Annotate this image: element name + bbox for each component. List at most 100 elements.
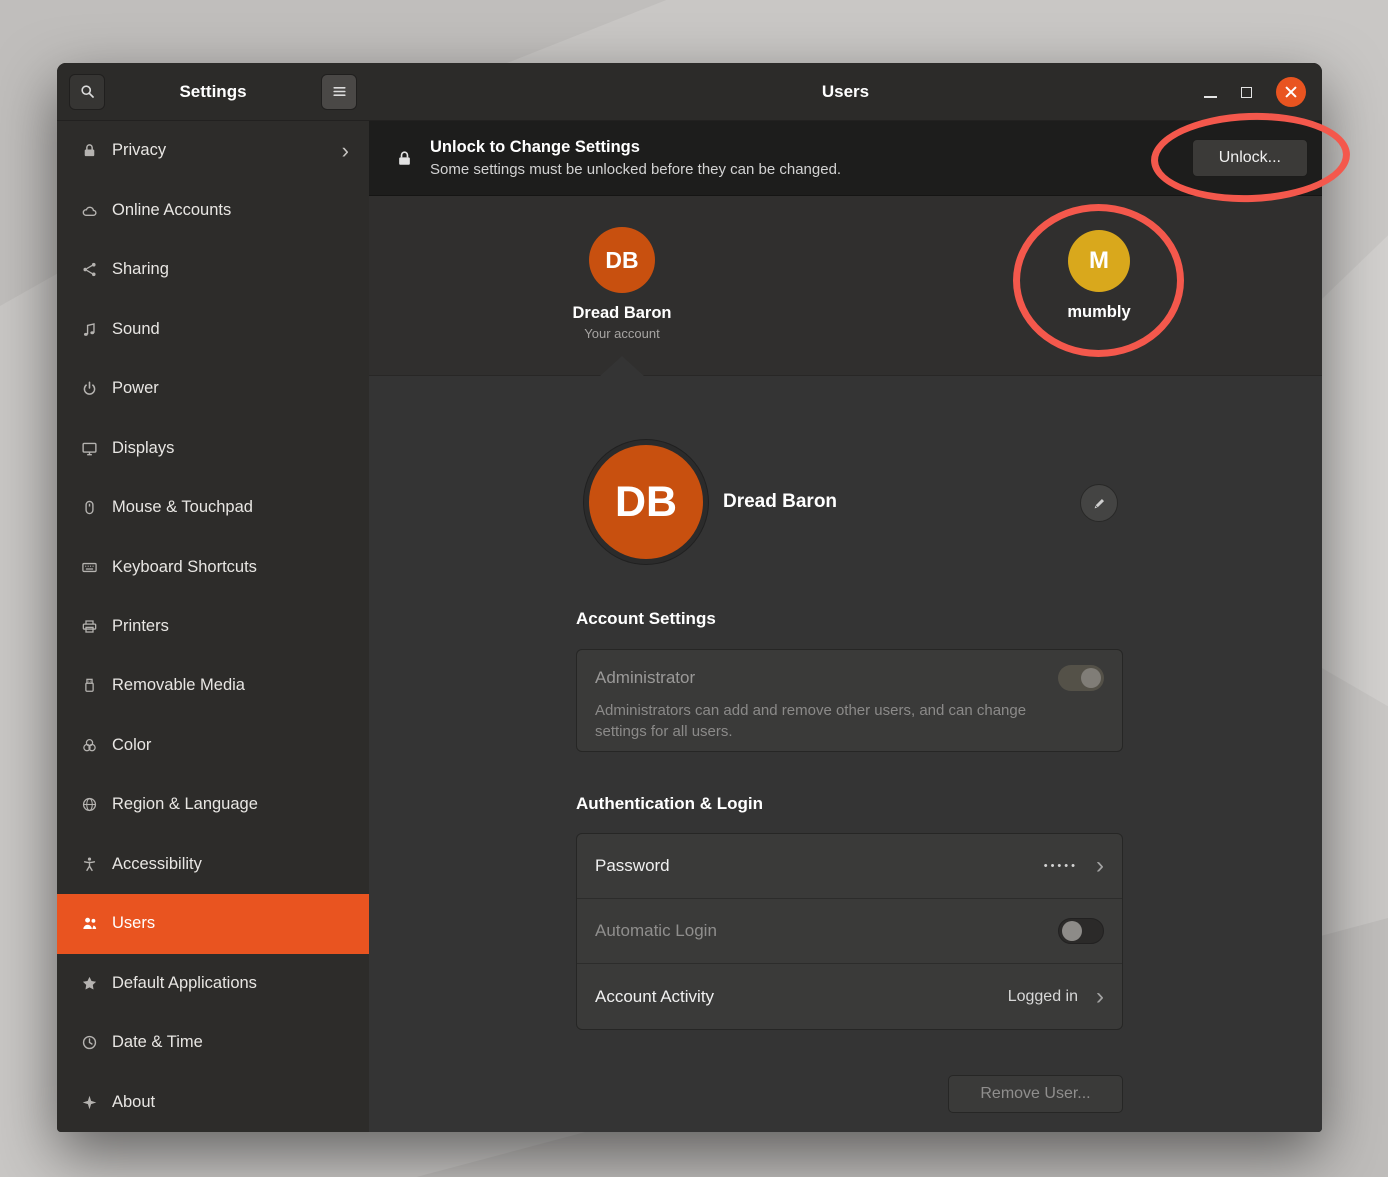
sidebar-item-label: Mouse & Touchpad (112, 498, 253, 517)
sidebar-item-label: Sound (112, 320, 160, 339)
keyboard-icon (81, 559, 98, 576)
sidebar-item-accessibility[interactable]: Accessibility (57, 835, 369, 894)
account-activity-label: Account Activity (595, 987, 714, 1007)
sidebar-item-keyboard-shortcuts[interactable]: Keyboard Shortcuts (57, 537, 369, 596)
remove-user-button[interactable]: Remove User... (948, 1075, 1123, 1113)
authentication-heading: Authentication & Login (576, 794, 763, 814)
sidebar-item-sharing[interactable]: Sharing (57, 240, 369, 299)
sidebar-header: Settings (57, 63, 369, 121)
sidebar-item-date-time[interactable]: Date & Time (57, 1013, 369, 1072)
account-activity-value: Logged in (1008, 988, 1078, 1006)
sidebar-item-label: Date & Time (112, 1033, 203, 1052)
toggle-knob (1081, 668, 1101, 688)
sidebar-item-printers[interactable]: Printers (57, 597, 369, 656)
automatic-login-row: Automatic Login (577, 899, 1122, 964)
accessibility-icon (81, 856, 98, 873)
account-activity-row[interactable]: Account Activity Logged in › (577, 964, 1122, 1029)
administrator-label: Administrator (595, 668, 695, 688)
sidebar: Settings Privacy › Online Accounts (57, 63, 369, 1132)
password-dots: ••••• (1044, 860, 1078, 872)
globe-icon (81, 796, 98, 813)
sidebar-item-mouse-touchpad[interactable]: Mouse & Touchpad (57, 478, 369, 537)
sidebar-item-users[interactable]: Users (57, 894, 369, 953)
power-icon (81, 380, 98, 397)
display-icon (81, 440, 98, 457)
hamburger-icon (331, 83, 348, 100)
search-button[interactable] (69, 74, 105, 110)
user-name: mumbly (1067, 303, 1130, 322)
app-title: Settings (179, 82, 246, 102)
avatar[interactable]: M (1068, 230, 1130, 292)
sidebar-item-region-language[interactable]: Region & Language (57, 775, 369, 834)
sidebar-item-label: Color (112, 736, 151, 755)
unlock-banner-text: Unlock to Change Settings Some settings … (430, 138, 841, 178)
color-icon (81, 737, 98, 754)
sidebar-item-sound[interactable]: Sound (57, 299, 369, 358)
sidebar-item-label: Printers (112, 617, 169, 636)
desktop-background: Settings Privacy › Online Accounts (0, 0, 1388, 1177)
sidebar-item-color[interactable]: Color (57, 716, 369, 775)
sidebar-item-label: Users (112, 914, 155, 933)
sidebar-item-displays[interactable]: Displays (57, 418, 369, 477)
sidebar-item-privacy[interactable]: Privacy › (57, 121, 369, 180)
unlock-button[interactable]: Unlock... (1192, 139, 1308, 177)
sidebar-item-label: Removable Media (112, 676, 245, 695)
sidebar-item-label: Keyboard Shortcuts (112, 558, 257, 577)
account-settings-heading: Account Settings (576, 609, 716, 629)
printer-icon (81, 618, 98, 635)
hamburger-menu-button[interactable] (321, 74, 357, 110)
lock-icon (395, 149, 414, 168)
sidebar-item-removable-media[interactable]: Removable Media (57, 656, 369, 715)
chevron-right-icon: › (1096, 985, 1104, 1009)
user-carousel: DB Dread Baron Your account M mumbly (369, 196, 1322, 376)
sidebar-item-label: Sharing (112, 260, 169, 279)
sidebar-item-label: Accessibility (112, 855, 202, 874)
titlebar[interactable]: Users (369, 63, 1322, 121)
removable-media-icon (81, 677, 98, 694)
sidebar-item-label: Online Accounts (112, 201, 231, 220)
password-label: Password (595, 856, 670, 876)
search-icon (79, 83, 96, 100)
administrator-row: Administrator (595, 665, 1104, 691)
page-title: Users (822, 82, 869, 102)
password-row[interactable]: Password ••••• › (577, 834, 1122, 899)
sidebar-item-default-applications[interactable]: Default Applications (57, 954, 369, 1013)
edit-name-button[interactable] (1080, 484, 1118, 522)
toggle-knob (1062, 921, 1082, 941)
settings-window: Settings Privacy › Online Accounts (57, 63, 1322, 1132)
automatic-login-toggle[interactable] (1058, 918, 1104, 944)
main-panel: Users Unlock to Change Settings Some set… (369, 63, 1322, 1132)
sidebar-item-label: Region & Language (112, 795, 258, 814)
sidebar-item-online-accounts[interactable]: Online Accounts (57, 180, 369, 239)
minimize-button[interactable] (1204, 96, 1217, 98)
users-icon (81, 915, 98, 932)
clock-icon (81, 1034, 98, 1051)
user-subtitle: Your account (584, 326, 659, 341)
administrator-panel: Administrator Administrators can add and… (576, 649, 1123, 752)
avatar[interactable]: DB (589, 227, 655, 293)
authentication-panel: Password ••••• › Automatic Login Acco (576, 833, 1123, 1030)
unlock-banner: Unlock to Change Settings Some settings … (369, 121, 1322, 196)
automatic-login-label: Automatic Login (595, 921, 717, 941)
chevron-right-icon: › (1096, 854, 1104, 878)
chevron-right-icon: › (342, 140, 355, 162)
sparkle-icon (81, 1094, 98, 1111)
sidebar-item-label: About (112, 1093, 155, 1112)
profile-avatar[interactable]: DB (584, 440, 708, 564)
maximize-button[interactable] (1241, 87, 1252, 98)
unlock-banner-subtitle: Some settings must be unlocked before th… (430, 161, 841, 178)
lock-icon (81, 142, 98, 159)
profile-name: Dread Baron (723, 491, 837, 513)
administrator-toggle[interactable] (1058, 665, 1104, 691)
selected-user-pointer (600, 356, 644, 376)
sidebar-item-label: Displays (112, 439, 174, 458)
share-icon (81, 261, 98, 278)
carousel-user-dread-baron[interactable]: DB Dread Baron Your account (542, 227, 702, 341)
sidebar-item-about[interactable]: About (57, 1073, 369, 1132)
user-details: DB Dread Baron Account Settings Administ… (369, 376, 1322, 1132)
carousel-user-mumbly[interactable]: M mumbly (1019, 230, 1179, 322)
pencil-icon (1092, 496, 1107, 511)
sidebar-nav: Privacy › Online Accounts Sharing Sound (57, 121, 369, 1132)
close-button[interactable] (1276, 77, 1306, 107)
sidebar-item-power[interactable]: Power (57, 359, 369, 418)
